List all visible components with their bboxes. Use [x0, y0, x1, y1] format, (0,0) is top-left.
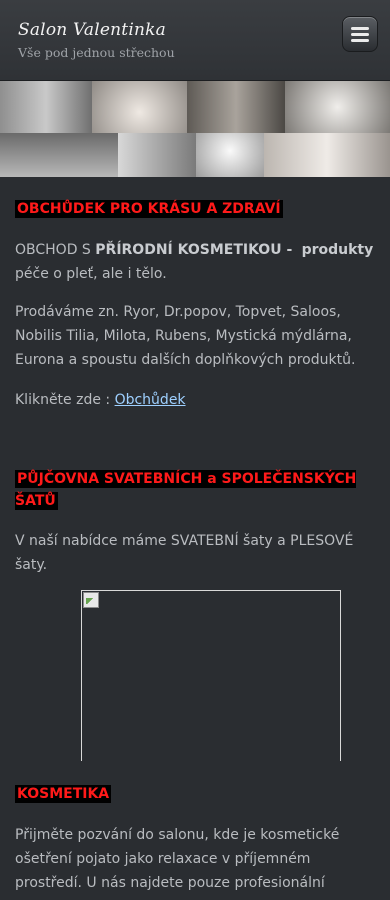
intro-rest: péče o pleť, ale i tělo. — [15, 266, 167, 282]
banner-collage — [0, 81, 390, 177]
cosmetics-text: Přijměte pozvání do salonu, kde je kosme… — [15, 827, 340, 891]
dress-image-placeholder — [81, 590, 341, 761]
heading-text: OBCHŮDEK PRO KRÁSU A ZDRAVÍ — [15, 200, 283, 218]
section-heading-shop: OBCHŮDEK PRO KRÁSU A ZDRAVÍ — [15, 198, 375, 220]
menu-bar — [351, 39, 369, 42]
menu-bar — [351, 27, 369, 30]
shop-link-line: Klikněte zde : Obchůdek — [15, 388, 375, 412]
site-subtitle: Vše pod jednou střechou — [18, 45, 175, 60]
banner-photo-lounge — [118, 133, 196, 177]
banner-photo-bottles — [0, 81, 92, 133]
link-prefix: Klikněte zde : — [15, 392, 115, 408]
menu-bar — [351, 33, 369, 36]
section-heading-dresses: PŮJČOVNA SVATEBNÍCH a SPOLEČENSKÝCH ŠATŮ — [15, 468, 375, 512]
main-content: OBCHŮDEK PRO KRÁSU A ZDRAVÍ OBCHOD S PŘÍ… — [0, 177, 390, 577]
heading-text: KOSMETIKA — [15, 785, 112, 803]
banner-photo-face — [92, 81, 187, 133]
banner-photo-nails — [285, 81, 390, 133]
banner-photo-tanning — [0, 133, 118, 177]
site-title[interactable]: Salon Valentinka — [18, 20, 166, 40]
obchudek-link[interactable]: Obchůdek — [115, 392, 186, 408]
shop-brands: Prodáváme zn. Ryor, Dr.popov, Topvet, Sa… — [15, 304, 356, 368]
intro-bold: PŘÍRODNÍ KOSMETIKOU - — [95, 242, 298, 258]
dresses-text: V naší nabídce máme SVATEBNÍ šaty a PLES… — [15, 533, 354, 573]
site-header: Salon Valentinka Vše pod jednou střechou — [0, 0, 390, 81]
banner-photo-feet — [264, 133, 390, 177]
shop-intro: OBCHOD S PŘÍRODNÍ KOSMETIKOU - produkty … — [15, 238, 375, 286]
intro-bold-2: produkty — [301, 242, 374, 258]
heading-text: PŮJČOVNA SVATEBNÍCH a SPOLEČENSKÝCH ŠATŮ — [15, 470, 357, 510]
hamburger-menu-icon[interactable] — [342, 16, 378, 52]
banner-photo-shelves — [187, 81, 285, 133]
cosmetics-section: KOSMETIKA Přijměte pozvání do salonu, kd… — [0, 783, 390, 895]
banner-photo-bride — [196, 133, 264, 177]
broken-image-icon — [83, 592, 99, 608]
section-heading-cosmetics: KOSMETIKA — [15, 783, 375, 805]
intro-text: OBCHOD S — [15, 242, 96, 258]
